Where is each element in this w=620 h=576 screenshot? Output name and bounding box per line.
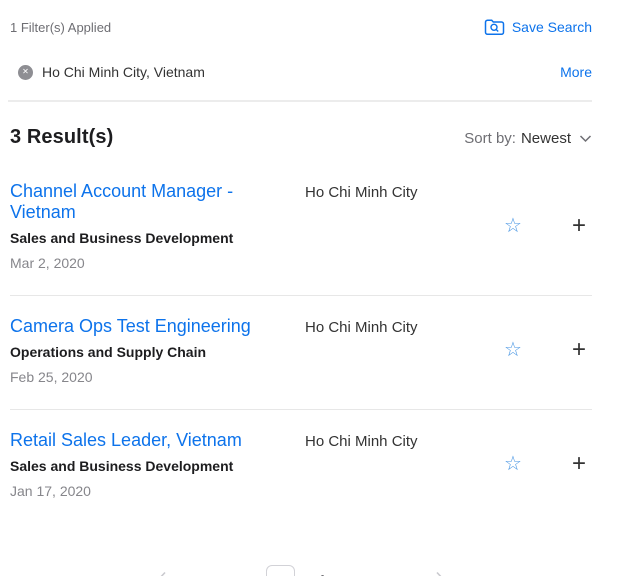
job-actions: ☆ + <box>504 181 592 271</box>
job-date: Jan 17, 2020 <box>10 483 305 499</box>
sort-dropdown[interactable]: Sort by: Newest <box>464 130 592 147</box>
filter-chip: ✕ Ho Chi Minh City, Vietnam <box>18 64 205 80</box>
job-date: Mar 2, 2020 <box>10 255 305 271</box>
job-team: Sales and Business Development <box>10 230 305 246</box>
chevron-down-icon <box>576 130 592 147</box>
job-location: Ho Chi Minh City <box>305 430 504 499</box>
page-indicator: 1 Of 1 <box>266 565 336 576</box>
remove-filter-icon[interactable]: ✕ <box>18 65 33 80</box>
job-date: Feb 25, 2020 <box>10 369 305 385</box>
filters-applied-label: 1 Filter(s) Applied <box>10 20 111 35</box>
job-row-retail-sales-leader: Retail Sales Leader, Vietnam Sales and B… <box>10 410 592 523</box>
favorite-star-icon[interactable]: ☆ <box>504 454 522 474</box>
divider <box>8 100 592 102</box>
save-search-button[interactable]: Save Search <box>484 18 592 36</box>
sort-by-label: Sort by: <box>464 130 516 147</box>
applied-filters-row: ✕ Ho Chi Minh City, Vietnam More <box>10 64 592 80</box>
job-location: Ho Chi Minh City <box>305 181 504 271</box>
sort-value: Newest <box>521 130 571 147</box>
job-location: Ho Chi Minh City <box>305 316 504 385</box>
job-title-link[interactable]: Camera Ops Test Engineering <box>10 316 251 337</box>
save-search-label: Save Search <box>512 19 592 35</box>
next-page-button[interactable] <box>435 571 446 576</box>
job-results-list: Channel Account Manager - Vietnam Sales … <box>10 161 592 523</box>
job-team: Operations and Supply Chain <box>10 344 305 360</box>
favorite-star-icon[interactable]: ☆ <box>504 340 522 360</box>
job-actions: ☆ + <box>504 430 592 499</box>
job-team: Sales and Business Development <box>10 458 305 474</box>
job-main: Retail Sales Leader, Vietnam Sales and B… <box>10 430 305 499</box>
save-search-icon <box>484 18 505 36</box>
filter-chip-label: Ho Chi Minh City, Vietnam <box>42 64 205 80</box>
job-actions: ☆ + <box>504 316 592 385</box>
job-title-link[interactable]: Channel Account Manager - Vietnam <box>10 181 288 222</box>
add-job-plus-icon[interactable]: + <box>572 452 586 476</box>
favorite-star-icon[interactable]: ☆ <box>504 216 522 236</box>
job-main: Camera Ops Test Engineering Operations a… <box>10 316 305 385</box>
job-row-camera-ops-test: Camera Ops Test Engineering Operations a… <box>10 296 592 410</box>
chevron-left-icon <box>156 571 167 576</box>
job-main: Channel Account Manager - Vietnam Sales … <box>10 181 305 271</box>
add-job-plus-icon[interactable]: + <box>572 214 586 238</box>
job-row-channel-account-manager: Channel Account Manager - Vietnam Sales … <box>10 161 592 296</box>
job-search-results-page: 1 Filter(s) Applied Save Search ✕ Ho Chi… <box>0 0 620 576</box>
chevron-right-icon <box>435 571 446 576</box>
job-title-link[interactable]: Retail Sales Leader, Vietnam <box>10 430 242 451</box>
previous-page-button[interactable] <box>156 571 167 576</box>
filter-bar: 1 Filter(s) Applied Save Search <box>10 18 592 36</box>
results-count: 3 Result(s) <box>10 126 113 149</box>
current-page-box[interactable]: 1 <box>266 565 295 576</box>
results-header: 3 Result(s) Sort by: Newest <box>10 126 592 149</box>
pagination: 1 Of 1 <box>156 565 446 576</box>
add-job-plus-icon[interactable]: + <box>572 338 586 362</box>
more-link[interactable]: More <box>560 64 592 80</box>
